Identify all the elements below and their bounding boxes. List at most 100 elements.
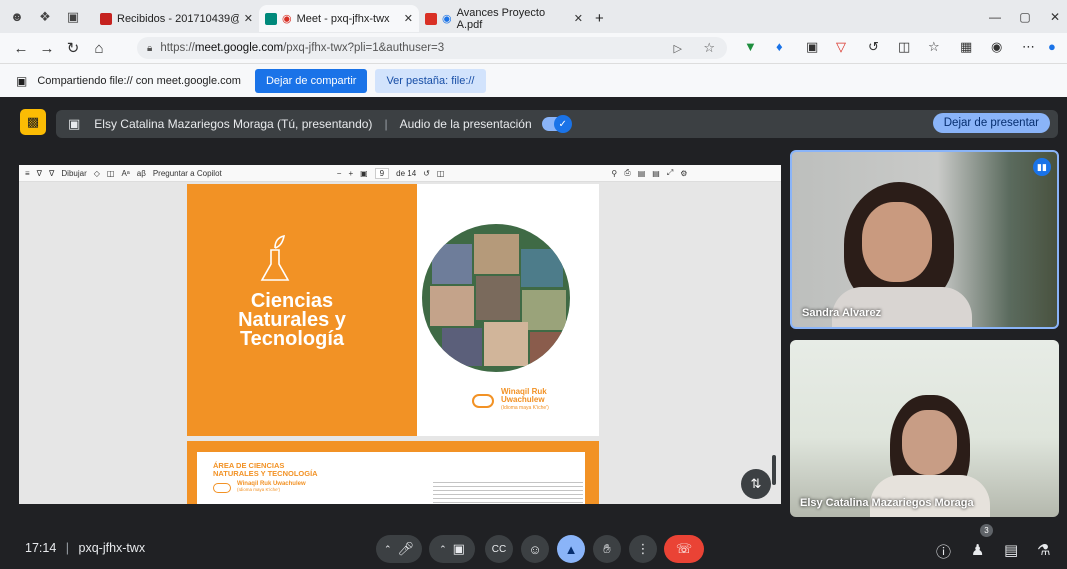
highlight-icon[interactable]: ∇: [37, 169, 42, 178]
extension-icon[interactable]: ♦: [776, 39, 783, 54]
tab-pdf[interactable]: ◉ Avances Proyecto A.pdf ✕: [419, 5, 589, 32]
body-text-block: [433, 482, 583, 504]
chat-icon[interactable]: ▤: [1004, 541, 1018, 559]
sharing-text: Compartiendo file:// con meet.google.com: [37, 74, 241, 87]
page-total: de 14: [396, 168, 417, 178]
extension-green-icon[interactable]: ◉: [991, 39, 1002, 55]
pdf-page-cover: Ciencias Naturales y Tecnología Winaqil …: [187, 184, 599, 436]
gmail-icon: [100, 12, 112, 25]
presenting-bar: ▣ Elsy Catalina Mazariegos Moraga (Tú, p…: [56, 110, 1058, 138]
draw-icon[interactable]: ∇: [49, 169, 54, 178]
tab-meet[interactable]: ◉ Meet - pxq-jfhx-twx ✕: [259, 5, 419, 32]
copilot-icon[interactable]: ●: [1048, 39, 1056, 54]
close-window-icon[interactable]: ✕: [1035, 0, 1067, 33]
reload-icon[interactable]: ↻: [60, 39, 86, 57]
scroll-action-icon[interactable]: ⇅: [741, 469, 771, 499]
mic-icon: 🎤︎: [397, 541, 415, 556]
mic-button[interactable]: ⌃ 🎤︎: [376, 535, 422, 563]
meet-icon: [265, 12, 277, 25]
print-icon[interactable]: ⎙: [624, 168, 630, 178]
zoom-out-icon[interactable]: −: [337, 169, 342, 178]
erase-icon[interactable]: ◇: [94, 169, 100, 178]
draw-button[interactable]: Dibujar: [61, 169, 86, 178]
sharing-infobar: ▣ Compartiendo file:// con meet.google.c…: [0, 63, 1067, 97]
fit-page-icon[interactable]: ▣: [360, 169, 368, 178]
participant-tile[interactable]: ▮▮ Sandra Alvarez: [790, 150, 1059, 329]
presentation-panel-icon[interactable]: ▩: [20, 109, 46, 135]
save-icon[interactable]: ▤: [638, 169, 646, 178]
pdf-scrollbar[interactable]: [772, 455, 776, 485]
read-aloud-icon[interactable]: Aᵃ: [121, 169, 129, 178]
pdf-search-icon[interactable]: ⚲: [611, 169, 617, 178]
stop-presenting-button[interactable]: Dejar de presentar: [932, 113, 1050, 133]
people-icon[interactable]: ♟: [971, 541, 984, 559]
chevron-up-icon[interactable]: ⌃: [439, 544, 447, 555]
back-icon[interactable]: ←: [8, 40, 34, 57]
favorite-star-icon[interactable]: ☆: [703, 40, 715, 56]
extension-red-icon[interactable]: ▽: [836, 39, 846, 55]
split-screen-icon[interactable]: ◫: [898, 39, 910, 55]
refresh-extension-icon[interactable]: ↺: [868, 39, 879, 55]
recording-icon: ◉: [282, 13, 292, 25]
stop-sharing-button[interactable]: Dejar de compartir: [254, 68, 368, 93]
divider: |: [384, 117, 388, 131]
emoji-icon: ☺: [528, 541, 542, 557]
captions-button[interactable]: CC: [485, 535, 513, 563]
participant-tile-self[interactable]: Elsy Catalina Mazariegos Moraga: [790, 340, 1059, 517]
profile-icon[interactable]: ☻: [6, 6, 28, 28]
collections-icon[interactable]: ▦: [960, 39, 972, 55]
brand-subtitle: (Idioma maya K'iche'): [501, 405, 549, 411]
url-field[interactable]: 🔒︎ https://meet.google.com/pxq-jfhx-twx?…: [137, 37, 727, 59]
shield-icon[interactable]: ▼: [744, 39, 757, 54]
reactions-button[interactable]: ☺: [521, 535, 549, 563]
audio-label: Audio de la presentación: [399, 117, 532, 131]
translate-icon[interactable]: aβ: [137, 169, 146, 178]
view-tab-button[interactable]: Ver pestaña: file://: [375, 68, 486, 93]
settings-icon[interactable]: ⚙: [680, 169, 687, 178]
audio-toggle[interactable]: ✓: [541, 115, 572, 133]
two-page-icon[interactable]: ◫: [437, 169, 445, 178]
more-options-button[interactable]: ⋮: [629, 535, 657, 563]
brand-logo: [213, 483, 231, 493]
leave-call-button[interactable]: ☏: [664, 535, 704, 563]
presenter-label: Elsy Catalina Mazariegos Moraga (Tú, pre…: [94, 117, 373, 131]
cast-icon[interactable]: ▷: [674, 42, 682, 55]
browser-tab-strip: ☻ ❖ ▣ Recibidos - 201710439@farusac.e ✕ …: [0, 0, 1067, 33]
host-controls-icon[interactable]: ⚗: [1037, 541, 1050, 559]
zoom-in-icon[interactable]: +: [348, 169, 353, 178]
area-heading: NATURALES Y TECNOLOGÍA: [213, 469, 318, 478]
home-icon[interactable]: ⌂: [86, 40, 112, 57]
new-tab-button[interactable]: +: [589, 5, 610, 32]
clock-time: 17:14: [25, 541, 57, 555]
sharing-icon: ◉: [442, 13, 452, 25]
camera-button[interactable]: ⌃ ▣: [429, 535, 475, 563]
meeting-code: pxq-jfhx-twx: [78, 541, 146, 555]
tab-gmail[interactable]: Recibidos - 201710439@farusac.e ✕: [94, 5, 259, 32]
meeting-details-icon[interactable]: ⓘ: [936, 541, 951, 562]
shared-pdf-viewer: ≡ ∇ ∇ Dibujar ◇ ◫ Aᵃ aβ Preguntar a Copi…: [19, 165, 781, 504]
copilot-button[interactable]: Preguntar a Copilot: [153, 169, 222, 178]
workspaces-icon[interactable]: ❖: [34, 6, 56, 28]
rotate-icon[interactable]: ↺: [423, 169, 430, 178]
check-icon: ✓: [553, 115, 572, 133]
people-count-badge: 3: [980, 524, 993, 537]
screen-share-icon: ▣: [16, 73, 28, 88]
save-as-icon[interactable]: ▤: [652, 169, 660, 178]
chevron-up-icon[interactable]: ⌃: [384, 544, 392, 555]
close-tab-icon[interactable]: ✕: [404, 12, 413, 25]
fullscreen-icon[interactable]: ⤢: [667, 168, 673, 178]
forward-icon[interactable]: →: [34, 40, 60, 57]
page-number-input[interactable]: 9: [374, 167, 390, 179]
close-tab-icon[interactable]: ✕: [244, 12, 253, 25]
pdf-page-area: ÁREA DE CIENCIAS NATURALES Y TECNOLOGÍA …: [187, 441, 599, 504]
more-menu-icon[interactable]: ⋯: [1022, 39, 1035, 55]
raise-hand-button[interactable]: ✋︎: [593, 535, 621, 563]
extension-square-icon[interactable]: ▣: [806, 39, 818, 55]
contents-icon[interactable]: ≡: [25, 169, 30, 178]
present-button[interactable]: ▲: [557, 535, 585, 563]
favorites-icon[interactable]: ☆: [928, 39, 940, 55]
page-view-icon[interactable]: ◫: [107, 169, 115, 178]
camera-icon: ▣: [452, 541, 465, 556]
tab-actions-icon[interactable]: ▣: [62, 6, 84, 28]
close-tab-icon[interactable]: ✕: [574, 12, 583, 25]
